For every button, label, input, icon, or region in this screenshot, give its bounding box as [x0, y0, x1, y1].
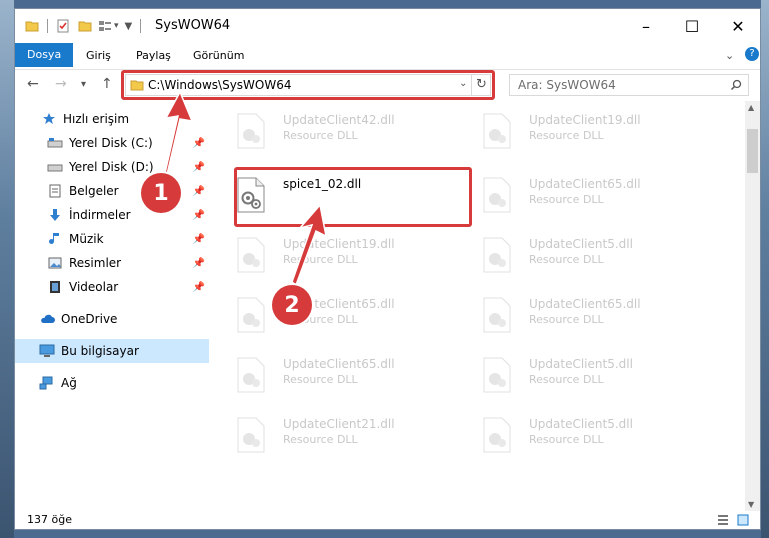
- arrow-1-icon: [162, 90, 194, 185]
- annotation-arrows: [162, 90, 328, 287]
- arrow-2-icon: [291, 203, 328, 287]
- step-1-badge: 1: [141, 173, 181, 213]
- step-2-badge: 2: [272, 285, 312, 325]
